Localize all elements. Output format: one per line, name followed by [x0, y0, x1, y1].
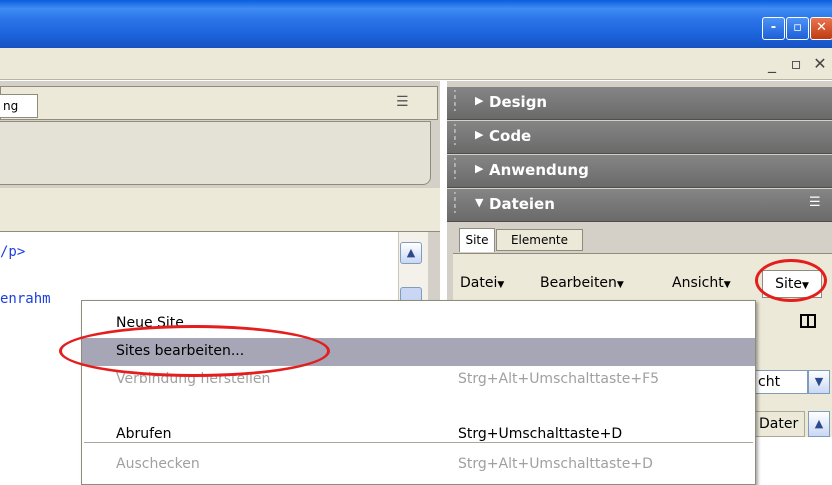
menu-label: Datei [460, 275, 498, 291]
panel-header-label: Dateien [489, 195, 555, 213]
chevron-down-icon: ▼ [497, 280, 505, 290]
panel-header-label: Design [489, 93, 548, 111]
grip-icon[interactable]: ⁚ ⁚ ⁚ [453, 124, 457, 148]
collapse-arrow-icon: ▼ [475, 196, 484, 209]
chevron-down-icon[interactable]: ▼ [808, 370, 830, 394]
menu-datei[interactable]: Datei▼ [460, 275, 504, 291]
doc-close-icon[interactable]: ✕ [810, 54, 830, 74]
panel-header-label: Code [489, 127, 532, 145]
document-info-strip [0, 188, 440, 232]
panel-header-code[interactable]: ⁚ ⁚ ⁚ ▶ Code [447, 121, 832, 154]
expand-arrow-icon: ▶ [475, 162, 484, 175]
minimize-icon[interactable]: - [762, 17, 785, 40]
menu-item-label: Abrufen [116, 426, 172, 442]
document-tab[interactable]: ng [0, 94, 38, 118]
panel-options-icon[interactable]: ☰ [809, 195, 821, 210]
document-tab-bar [0, 86, 438, 120]
restore-icon[interactable]: ▫ [786, 17, 809, 40]
menu-ansicht[interactable]: Ansicht▼ [672, 275, 731, 291]
menu-item-shortcut: Strg+Umschalttaste+D [458, 426, 623, 442]
scroll-up-icon[interactable]: ▲ [808, 411, 830, 437]
panel-options-icon[interactable]: ☰ [396, 94, 426, 110]
panel-header-anwendung[interactable]: ⁚ ⁚ ⁚ ▶ Anwendung [447, 155, 832, 188]
menu-label: Ansicht [672, 275, 724, 291]
doc-minimize-icon[interactable]: _ [762, 54, 782, 74]
document-toolbar-area [0, 121, 431, 185]
expand-arrow-icon: ▶ [475, 128, 484, 141]
column-header[interactable]: Dater [755, 411, 805, 437]
grip-icon[interactable]: ⁚ ⁚ ⁚ [453, 192, 457, 216]
code-line: enrahm [0, 291, 51, 307]
view-select[interactable]: cht [755, 370, 808, 394]
grip-icon[interactable]: ⁚ ⁚ ⁚ [453, 90, 457, 114]
doc-restore-icon[interactable]: ▫ [786, 54, 806, 74]
menu-label: Bearbeiten [540, 275, 617, 291]
panel-header-label: Anwendung [489, 161, 589, 179]
panel-header-dateien[interactable]: ⁚ ⁚ ⁚ ▼ Dateien ☰ [447, 189, 832, 222]
grip-icon[interactable]: ⁚ ⁚ ⁚ [453, 158, 457, 182]
window-title-bar: - ▫ ✕ [0, 0, 832, 48]
chevron-down-icon: ▼ [616, 280, 624, 290]
close-icon[interactable]: ✕ [810, 17, 832, 40]
annotation-ring-sites-bearbeiten [59, 325, 330, 377]
code-line: /p> [0, 244, 26, 260]
document-menubar: _ ▫ ✕ [0, 48, 832, 80]
tab-site[interactable]: Site [459, 228, 495, 252]
expand-panel-icon[interactable] [800, 314, 816, 328]
tab-elemente[interactable]: Elemente [496, 229, 583, 251]
menu-item-abrufen[interactable]: Abrufen Strg+Umschalttaste+D [82, 421, 755, 449]
menu-item-label: Auschecken [116, 456, 200, 472]
scroll-up-icon[interactable]: ▲ [400, 242, 422, 264]
panel-header-design[interactable]: ⁚ ⁚ ⁚ ▶ Design [447, 87, 832, 120]
menu-item-shortcut: Strg+Alt+Umschalttaste+D [458, 456, 653, 472]
menu-item-auschecken[interactable]: Auschecken Strg+Alt+Umschalttaste+D [82, 451, 755, 479]
annotation-ring-site-menu [755, 259, 827, 302]
chevron-down-icon: ▼ [723, 280, 731, 290]
menu-bearbeiten[interactable]: Bearbeiten▼ [540, 275, 624, 291]
menu-item-shortcut: Strg+Alt+Umschalttaste+F5 [458, 371, 660, 387]
file-list[interactable] [755, 437, 832, 485]
files-toolbar [755, 305, 832, 345]
expand-arrow-icon: ▶ [475, 94, 484, 107]
